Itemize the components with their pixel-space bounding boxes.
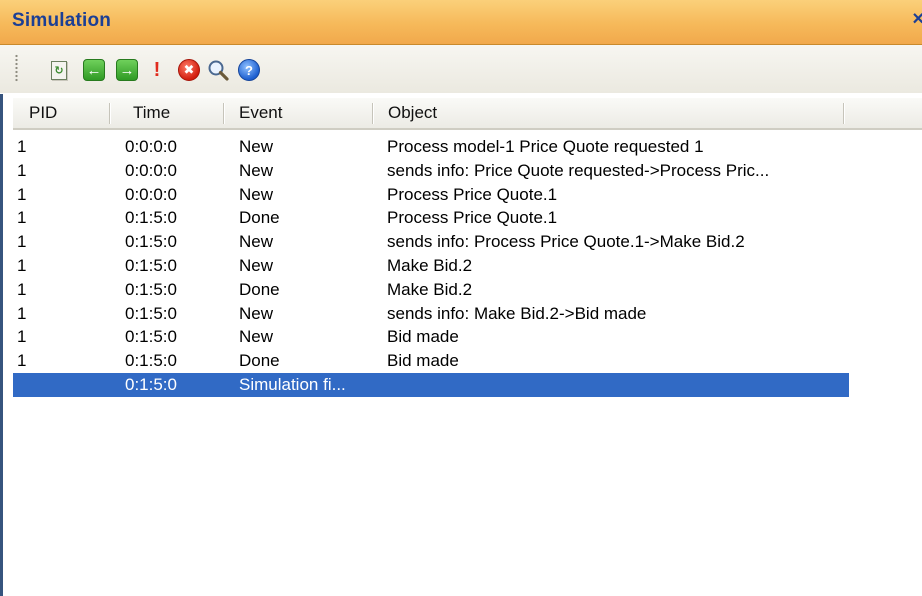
table-row[interactable]: 1 0:1:5:0 Done Bid made: [13, 349, 922, 373]
simulation-log: PID Time Event Object 1 0:0:0:0 New Proc…: [0, 94, 922, 596]
toolbar-grip[interactable]: [15, 54, 18, 82]
alert-button[interactable]: !: [145, 58, 169, 82]
cell-object: sends info: Make Bid.2->Bid made: [387, 303, 647, 323]
cell-event: New: [239, 255, 274, 275]
stop-icon: ✖: [178, 59, 200, 81]
cell-event: New: [239, 303, 274, 323]
refresh-icon: ↻: [51, 60, 67, 80]
search-icon: [208, 60, 229, 81]
column-header-time[interactable]: Time: [117, 98, 213, 128]
back-icon: ←: [83, 59, 105, 81]
cell-event: Simulation fi...: [239, 374, 346, 394]
toolbar: ↻ ← → ! ✖ ?: [0, 45, 922, 93]
table-row[interactable]: 1 0:0:0:0 New Process model-1 Price Quot…: [13, 135, 922, 159]
window-title: Simulation: [12, 10, 112, 31]
table-row[interactable]: 1 0:1:5:0 New Make Bid.2: [13, 254, 922, 278]
help-icon: ?: [238, 59, 260, 81]
cell-time: 0:1:5:0: [125, 255, 177, 275]
cell-pid: 1: [17, 184, 27, 204]
cell-pid: 1: [17, 208, 27, 228]
cell-event: New: [239, 137, 274, 156]
cell-object: Bid made: [387, 351, 459, 371]
cell-object: Process model-1 Price Quote requested 1: [387, 137, 704, 156]
table-row[interactable]: 1 0:1:5:0 Done Process Price Quote.1: [13, 206, 922, 230]
help-button[interactable]: ?: [237, 58, 261, 82]
cell-event: New: [239, 184, 274, 204]
back-button[interactable]: ←: [82, 58, 106, 82]
table-row[interactable]: 1 0:1:5:0 New Bid made: [13, 325, 922, 349]
table-row[interactable]: 1 0:1:5:0 New sends info: Process Price …: [13, 230, 922, 254]
title-bar: Simulation ×: [0, 0, 922, 45]
cell-object: Bid made: [387, 327, 459, 347]
cell-time: 0:1:5:0: [125, 327, 177, 347]
cell-time: 0:1:5:0: [125, 208, 177, 228]
cell-object: Make Bid.2: [387, 255, 473, 275]
cell-pid: 1: [17, 137, 27, 156]
cell-object: Process Price Quote.1: [387, 208, 558, 228]
forward-icon: →: [116, 59, 138, 81]
cell-object: sends info: Price Quote requested->Proce…: [387, 160, 770, 180]
cell-event: New: [239, 160, 274, 180]
search-button[interactable]: [206, 58, 230, 82]
cell-time: 0:1:5:0: [125, 374, 177, 394]
table-header: PID Time Event Object: [13, 98, 922, 130]
cell-event: Done: [239, 279, 280, 299]
cell-pid: 1: [17, 351, 27, 371]
stop-button[interactable]: ✖: [177, 58, 201, 82]
cell-object: sends info: Process Price Quote.1->Make …: [387, 232, 745, 252]
exclamation-icon: !: [153, 58, 161, 81]
table-body: 1 0:0:0:0 New Process model-1 Price Quot…: [13, 135, 922, 397]
column-divider[interactable]: [109, 103, 110, 124]
cell-pid: 1: [17, 232, 27, 252]
cell-time: 0:0:0:0: [125, 137, 177, 156]
cell-event: New: [239, 232, 274, 252]
table-row[interactable]: 1 0:1:5:0 Done Make Bid.2: [13, 278, 922, 302]
table-row[interactable]: 1 0:0:0:0 New Process Price Quote.1: [13, 183, 922, 207]
cell-pid: 1: [17, 303, 27, 323]
cell-pid: 1: [17, 255, 27, 275]
cell-event: Done: [239, 208, 280, 228]
cell-object: Make Bid.2: [387, 279, 473, 299]
cell-event: New: [239, 327, 274, 347]
column-header-event[interactable]: Event: [223, 98, 373, 128]
cell-time: 0:1:5:0: [125, 303, 177, 323]
cell-pid: 1: [17, 279, 27, 299]
table-row[interactable]: 1 0:0:0:0 New sends info: Price Quote re…: [13, 159, 922, 183]
cell-pid: 1: [17, 327, 27, 347]
close-button[interactable]: ×: [912, 8, 922, 31]
refresh-button[interactable]: ↻: [47, 58, 71, 82]
column-divider[interactable]: [843, 103, 844, 124]
cell-event: Done: [239, 351, 280, 371]
cell-time: 0:0:0:0: [125, 184, 177, 204]
table-row[interactable]: 1 0:1:5:0 New sends info: Make Bid.2->Bi…: [13, 302, 922, 326]
column-header-object[interactable]: Object: [372, 98, 842, 128]
cell-time: 0:1:5:0: [125, 279, 177, 299]
cell-pid: 1: [17, 160, 27, 180]
cell-object: Process Price Quote.1: [387, 184, 558, 204]
forward-button[interactable]: →: [115, 58, 139, 82]
table-row-selected[interactable]: 0:1:5:0 Simulation fi...: [13, 372, 849, 397]
column-header-pid[interactable]: PID: [13, 98, 109, 128]
cell-time: 0:0:0:0: [125, 160, 177, 180]
cell-time: 0:1:5:0: [125, 232, 177, 252]
cell-time: 0:1:5:0: [125, 351, 177, 371]
